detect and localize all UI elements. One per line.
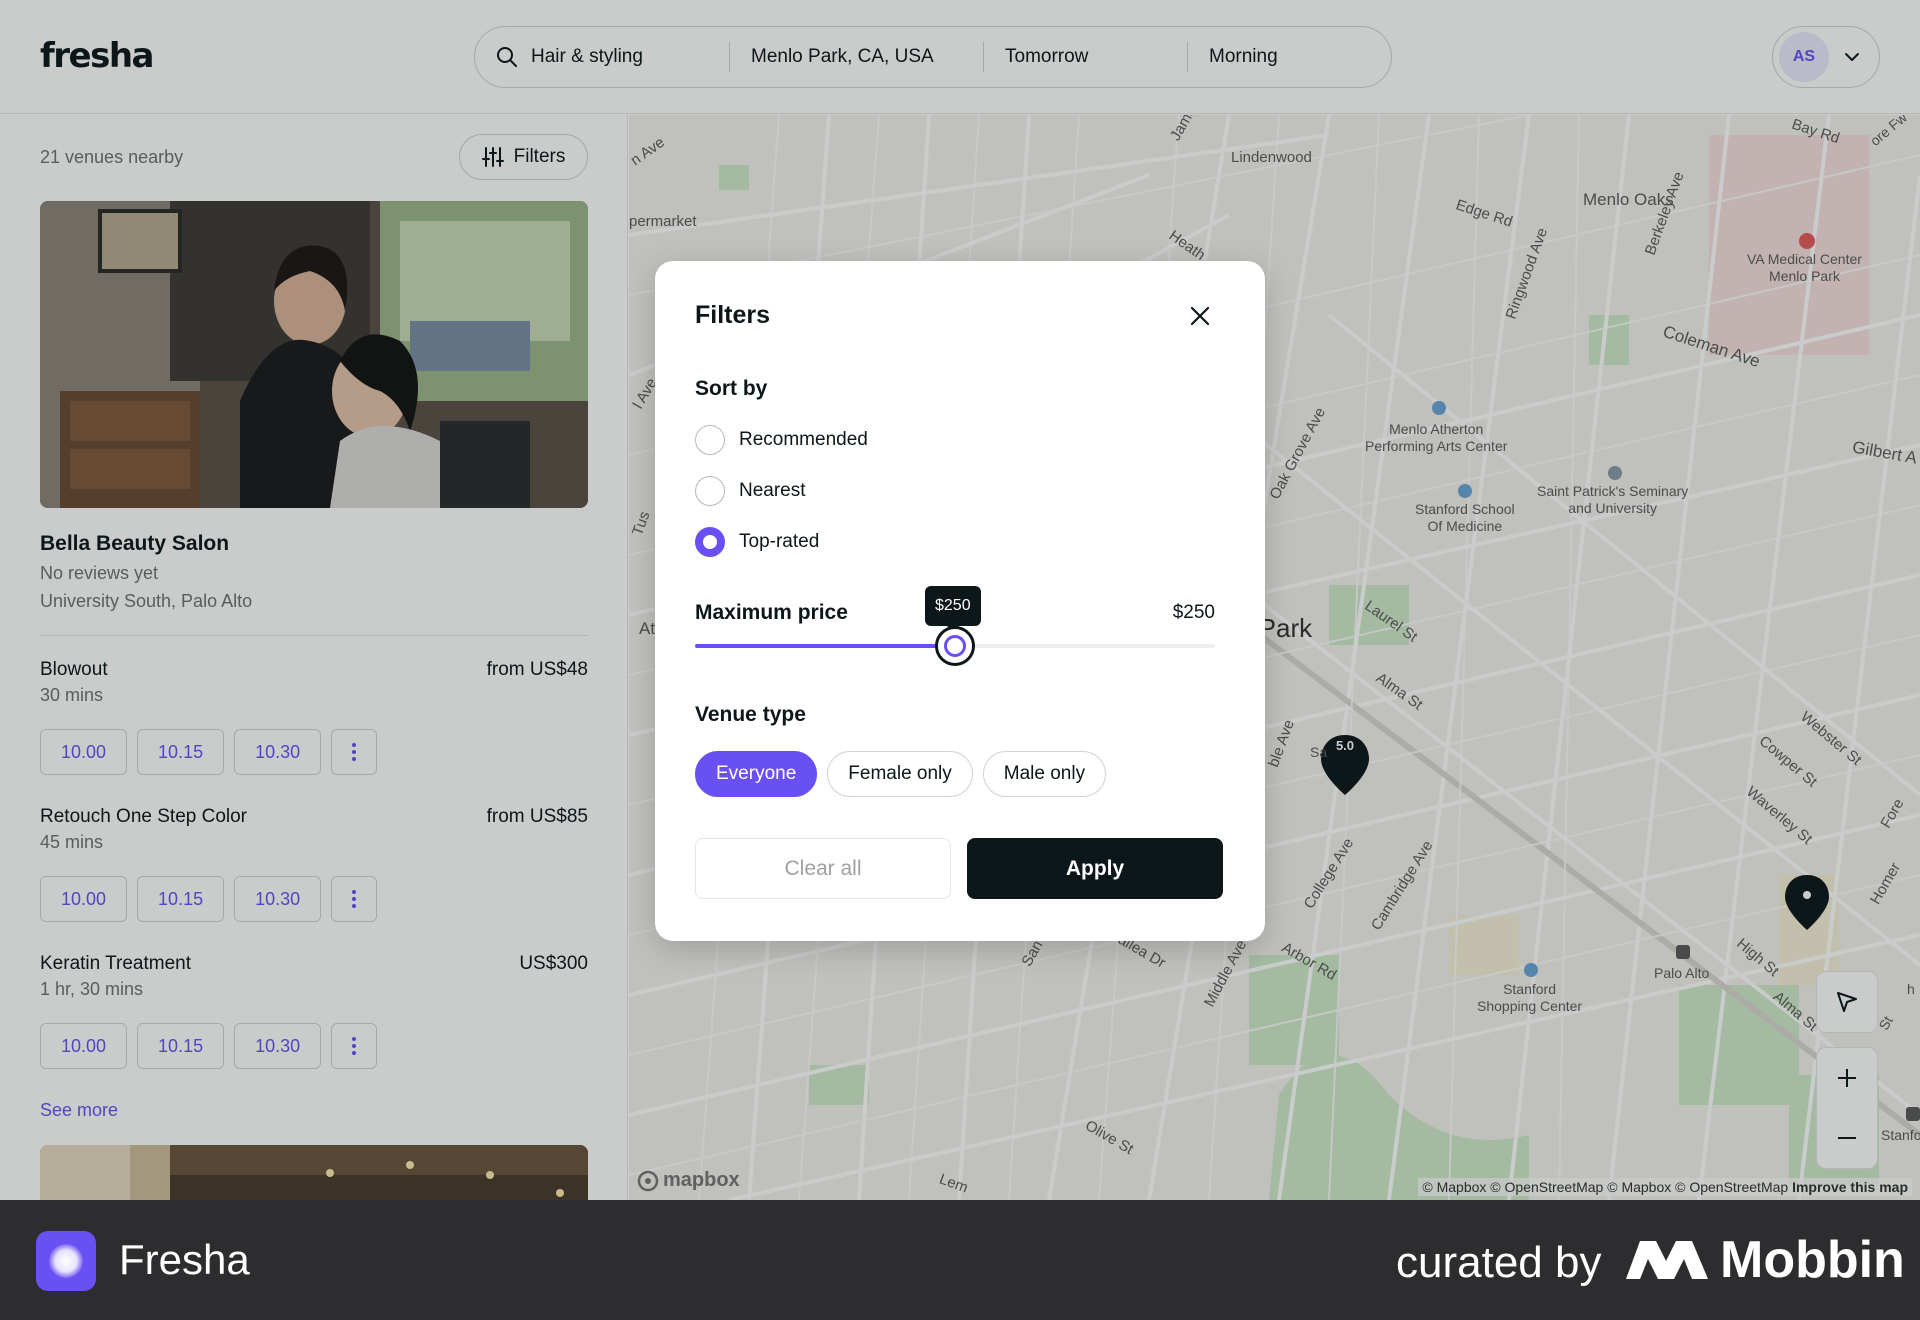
sort-option-label: Recommended bbox=[739, 429, 868, 450]
mobbin-wordmark: Mobbin bbox=[1720, 1231, 1905, 1289]
venue-type-everyone[interactable]: Everyone bbox=[695, 751, 818, 797]
fresha-app-icon bbox=[36, 1231, 96, 1291]
modal-title: Filters bbox=[695, 301, 771, 329]
venue-type-male-only[interactable]: Male only bbox=[982, 751, 1107, 797]
price-slider-track[interactable]: $250 bbox=[695, 586, 1215, 666]
max-price-title: Maximum price bbox=[695, 601, 848, 624]
price-slider-fill bbox=[695, 644, 955, 648]
sort-option-recommended[interactable]: Recommended bbox=[695, 425, 868, 455]
venue-type-title: Venue type bbox=[695, 703, 806, 726]
price-slider-thumb[interactable] bbox=[935, 626, 975, 666]
mobbin-logo-icon bbox=[1626, 1241, 1708, 1279]
max-price-value: $250 bbox=[1172, 602, 1215, 623]
radio-button-selected[interactable] bbox=[695, 527, 725, 557]
sort-option-label: Nearest bbox=[739, 480, 806, 501]
close-icon bbox=[1190, 306, 1210, 326]
curated-by-label: curated by bbox=[1396, 1238, 1602, 1287]
venue-type-female-only[interactable]: Female only bbox=[827, 751, 973, 797]
radio-button[interactable] bbox=[695, 476, 725, 506]
sort-option-nearest[interactable]: Nearest bbox=[695, 476, 806, 506]
sort-option-top-rated[interactable]: Top-rated bbox=[695, 527, 819, 557]
apply-button[interactable]: Apply bbox=[967, 838, 1223, 899]
mobbin-footer: Fresha curated by Mobbin bbox=[0, 1200, 1920, 1320]
sort-by-title: Sort by bbox=[695, 377, 768, 400]
mobbin-logo: Mobbin bbox=[1626, 1230, 1905, 1290]
radio-button[interactable] bbox=[695, 425, 725, 455]
app-name: Fresha bbox=[119, 1236, 250, 1283]
sort-option-label: Top-rated bbox=[739, 531, 820, 552]
close-button[interactable] bbox=[1185, 301, 1215, 331]
price-tooltip: $250 bbox=[925, 586, 981, 632]
clear-all-button[interactable]: Clear all bbox=[695, 838, 951, 899]
filters-modal: Filters Sort by Recommended Nearest Top-… bbox=[655, 261, 1265, 941]
